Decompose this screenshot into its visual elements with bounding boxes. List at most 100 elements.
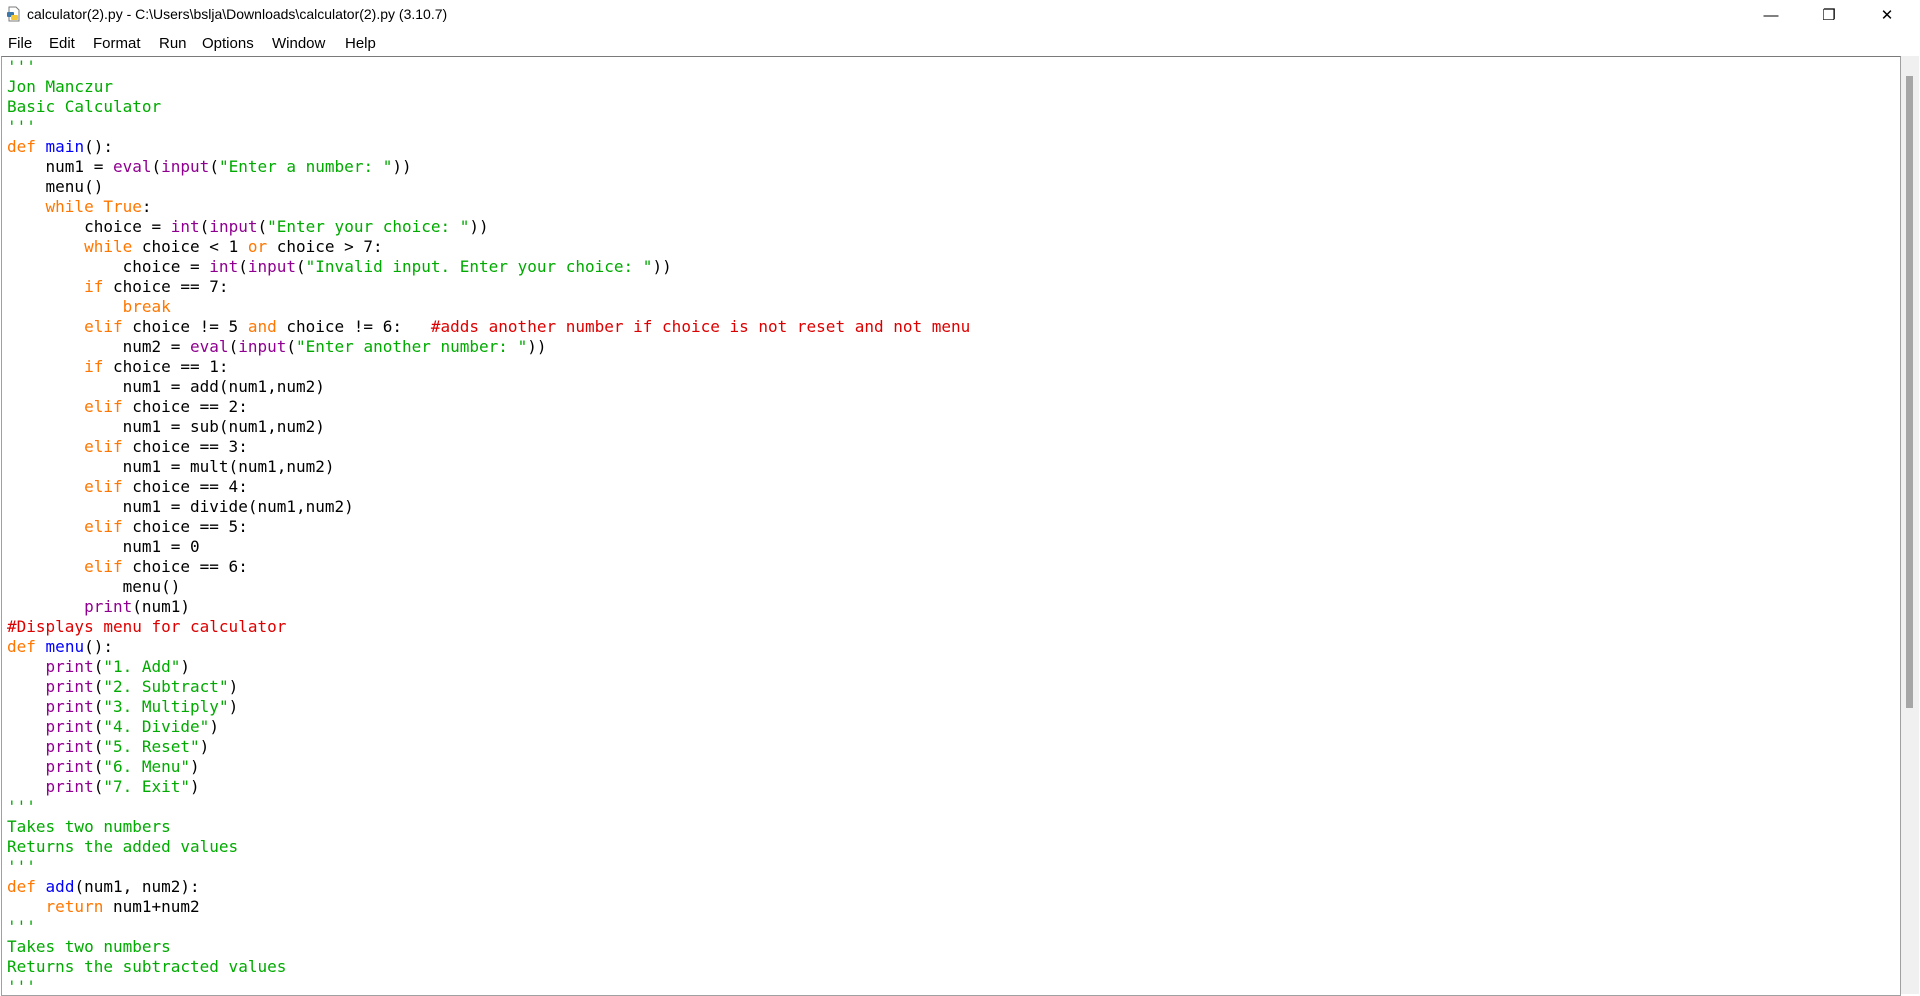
string-token: ''' bbox=[7, 117, 36, 136]
code-line: elif choice == 6: bbox=[7, 557, 970, 577]
menu-window[interactable]: Window bbox=[272, 35, 325, 52]
keyword-token: or bbox=[247, 237, 268, 256]
code-token: (num1) bbox=[132, 597, 191, 616]
minimize-button[interactable]: — bbox=[1748, 0, 1794, 30]
string-token: Returns the subtracted values bbox=[7, 957, 287, 976]
menu-file[interactable]: File bbox=[8, 35, 32, 52]
builtin-token: input bbox=[238, 337, 287, 356]
string-token: ''' bbox=[7, 57, 36, 76]
code-token: ( bbox=[93, 737, 104, 756]
code-line: choice = int(input("Invalid input. Enter… bbox=[7, 257, 970, 277]
code-token: choice == 3: bbox=[122, 437, 248, 456]
code-token: ) bbox=[199, 737, 210, 756]
string-token: "Invalid input. Enter your choice: " bbox=[305, 257, 653, 276]
string-token: "4. Divide" bbox=[103, 717, 210, 736]
string-token: "3. Multiply" bbox=[103, 697, 229, 716]
code-token: menu() bbox=[7, 577, 181, 596]
keyword-token: True bbox=[103, 197, 142, 216]
scrollbar-thumb[interactable] bbox=[1906, 76, 1913, 708]
code-line: elif choice == 2: bbox=[7, 397, 970, 417]
code-token: num1+num2 bbox=[103, 897, 200, 916]
code-token: ( bbox=[238, 257, 248, 276]
code-line: print("5. Reset") bbox=[7, 737, 970, 757]
code-line: elif choice == 5: bbox=[7, 517, 970, 537]
function-name-token: main bbox=[45, 137, 85, 156]
keyword-token: while bbox=[84, 237, 133, 256]
code-line: ''' bbox=[7, 797, 970, 817]
code-line: print(num1) bbox=[7, 597, 970, 617]
builtin-token: input bbox=[209, 217, 258, 236]
code-token: ( bbox=[93, 657, 104, 676]
code-line: Returns the added values bbox=[7, 837, 970, 857]
keyword-token: def bbox=[7, 137, 36, 156]
code-token: choice < 1 bbox=[132, 237, 248, 256]
window-title: calculator(2).py - C:\Users\bslja\Downlo… bbox=[27, 6, 448, 22]
menu-edit[interactable]: Edit bbox=[49, 35, 75, 52]
keyword-token: break bbox=[122, 297, 171, 316]
code-token: choice == 4: bbox=[122, 477, 248, 496]
builtin-token: print bbox=[45, 677, 94, 696]
builtin-token: print bbox=[45, 657, 94, 676]
title-bar: calculator(2).py - C:\Users\bslja\Downlo… bbox=[0, 0, 1920, 30]
builtin-token: input bbox=[247, 257, 297, 276]
code-token: ) bbox=[209, 717, 219, 736]
menu-help[interactable]: Help bbox=[345, 35, 376, 52]
code-line: if choice == 1: bbox=[7, 357, 970, 377]
keyword-token: elif bbox=[84, 557, 123, 576]
code-line: Basic Calculator bbox=[7, 97, 970, 117]
string-token: "5. Reset" bbox=[103, 737, 200, 756]
code-token: choice == 6: bbox=[122, 557, 248, 576]
keyword-token: elif bbox=[84, 477, 123, 496]
code-line: print("7. Exit") bbox=[7, 777, 970, 797]
code-token: choice > 7: bbox=[267, 237, 383, 256]
code-token: choice != 5 bbox=[122, 317, 248, 336]
menu-run[interactable]: Run bbox=[159, 35, 187, 52]
builtin-token: print bbox=[45, 717, 94, 736]
code-line: Jon Manczur bbox=[7, 77, 970, 97]
code-token: ) bbox=[228, 677, 239, 696]
code-line: elif choice == 4: bbox=[7, 477, 970, 497]
keyword-token: elif bbox=[84, 437, 123, 456]
menu-options[interactable]: Options bbox=[202, 35, 254, 52]
close-button[interactable]: ✕ bbox=[1864, 0, 1910, 30]
code-token: choice != 6: bbox=[276, 317, 431, 336]
code-line: print("6. Menu") bbox=[7, 757, 970, 777]
code-line: choice = int(input("Enter your choice: "… bbox=[7, 217, 970, 237]
restore-button[interactable]: ❐ bbox=[1806, 0, 1852, 30]
code-token: num1 = sub(num1,num2) bbox=[7, 417, 325, 436]
code-line: if choice == 7: bbox=[7, 277, 970, 297]
keyword-token: def bbox=[7, 637, 36, 656]
string-token: ''' bbox=[7, 977, 36, 996]
menu-format[interactable]: Format bbox=[93, 35, 141, 52]
keyword-token: elif bbox=[84, 397, 123, 416]
vertical-scrollbar[interactable] bbox=[1901, 56, 1919, 994]
string-token: "7. Exit" bbox=[103, 777, 191, 796]
code-token: (): bbox=[84, 137, 113, 156]
function-name-token: add bbox=[45, 877, 75, 896]
code-editor[interactable]: ''' Jon Manczur Basic Calculator ''' def mai… bbox=[1, 56, 1901, 996]
string-token: Takes two numbers bbox=[7, 817, 171, 836]
string-token: ''' bbox=[7, 797, 36, 816]
code-line: ''' bbox=[7, 57, 970, 77]
code-line: num1 = mult(num1,num2) bbox=[7, 457, 970, 477]
code-token: num1 = bbox=[7, 157, 113, 176]
code-line: num1 = divide(num1,num2) bbox=[7, 497, 970, 517]
code-token: (): bbox=[84, 637, 113, 656]
builtin-token: int bbox=[170, 217, 200, 236]
code-text[interactable]: ''' Jon Manczur Basic Calculator ''' def mai… bbox=[7, 57, 970, 996]
keyword-token: def bbox=[7, 877, 36, 896]
keyword-token: and bbox=[247, 317, 277, 336]
code-token: ( bbox=[93, 697, 104, 716]
code-line: elif choice != 5 and choice != 6: #adds … bbox=[7, 317, 970, 337]
code-line: menu() bbox=[7, 577, 970, 597]
code-token: ( bbox=[257, 217, 268, 236]
